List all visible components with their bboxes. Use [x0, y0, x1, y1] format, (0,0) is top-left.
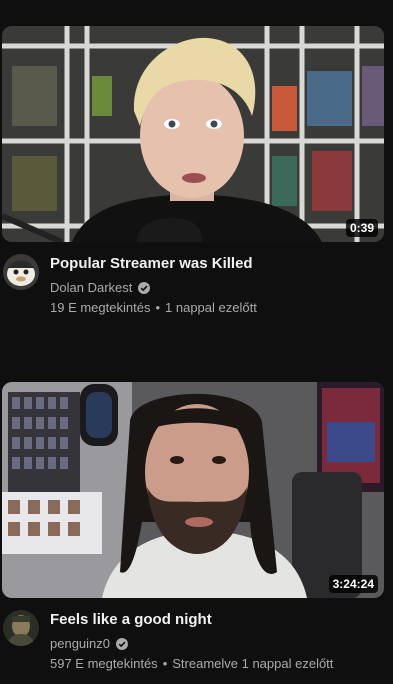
video-thumbnail[interactable]: 0:39: [2, 26, 384, 242]
thumbnail-image: [2, 382, 384, 598]
video-card[interactable]: 0:39 Popular Streamer was Killed Dolan D…: [0, 26, 393, 315]
video-stats: 19 E megtekintés • 1 nappal ezelőtt: [50, 300, 257, 315]
verified-check-icon: [138, 281, 151, 294]
video-metadata: Feels like a good night penguinz0 597 E …: [0, 598, 393, 671]
channel-name-row[interactable]: Dolan Darkest: [50, 280, 151, 295]
thumbnail-image: [2, 26, 384, 242]
separator-dot: •: [155, 300, 161, 315]
video-thumbnail[interactable]: 3:24:24: [2, 382, 384, 598]
separator-dot: •: [162, 656, 168, 671]
video-title[interactable]: Feels like a good night: [50, 611, 212, 628]
video-duration-badge: 0:39: [345, 219, 378, 237]
video-duration-badge: 3:24:24: [328, 575, 378, 593]
video-stats: 597 E megtekintés • Streamelve 1 nappal ez…: [50, 656, 333, 671]
channel-avatar[interactable]: [3, 610, 39, 646]
upload-age: Streamelve 1 nappal ezelőtt: [172, 656, 334, 671]
channel-name[interactable]: Dolan Darkest: [50, 280, 132, 295]
view-count: 597 E megtekintés: [50, 656, 158, 671]
video-card[interactable]: 3:24:24 Feels like a good night penguinz…: [0, 382, 393, 671]
video-feed: 0:39 Popular Streamer was Killed Dolan D…: [0, 0, 393, 684]
channel-name[interactable]: penguinz0: [50, 636, 110, 651]
verified-check-icon: [116, 637, 128, 650]
video-metadata: Popular Streamer was Killed Dolan Darkes…: [0, 242, 393, 315]
upload-age: 1 nappal ezelőtt: [165, 300, 257, 315]
channel-avatar[interactable]: [3, 254, 39, 290]
channel-name-row[interactable]: penguinz0: [50, 636, 128, 651]
video-title[interactable]: Popular Streamer was Killed: [50, 255, 253, 272]
view-count: 19 E megtekintés: [50, 300, 151, 315]
